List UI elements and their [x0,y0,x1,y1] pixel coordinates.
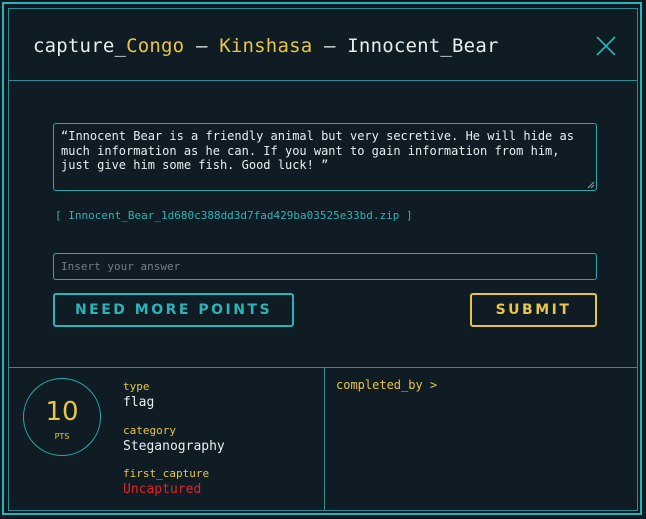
resize-grip-icon[interactable] [587,181,595,189]
points-value: 10 [45,397,79,427]
title-country: Congo [126,35,185,57]
challenge-description[interactable]: “Innocent Bear is a friendly animal but … [53,123,597,191]
title-prefix: capture_ [33,35,127,57]
info-divider [324,368,325,510]
points-badge: 10 PTS [23,378,101,456]
modal-header: capture_Congo – Kinshasa – Innocent_Bear [9,9,637,81]
category-value: Steganography [123,439,225,454]
challenge-modal: capture_Congo – Kinshasa – Innocent_Bear… [8,8,638,511]
challenge-file-link[interactable]: [ Innocent_Bear_1d680c388dd3d7fad429ba03… [55,209,413,222]
challenge-info-panel: 10 PTS type flag category Steganography … [9,367,637,510]
close-icon[interactable] [593,33,619,59]
title-separator: – [312,35,348,57]
title-challenge-name: Innocent_Bear [347,35,499,57]
challenge-title: capture_Congo – Kinshasa – Innocent_Bear [33,35,499,57]
category-label: category [123,424,176,437]
type-label: type [123,380,150,393]
completed-by-label: completed_by > [336,378,438,392]
points-unit: PTS [54,432,70,441]
type-value: flag [123,395,155,410]
need-more-points-button[interactable]: NEED MORE POINTS [53,293,294,327]
first-capture-value: Uncaptured [123,482,202,497]
submit-button[interactable]: SUBMIT [470,293,597,327]
title-separator: – [184,35,220,57]
first-capture-label: first_capture [123,467,210,480]
title-city: Kinshasa [219,35,313,57]
answer-input[interactable] [53,253,597,280]
